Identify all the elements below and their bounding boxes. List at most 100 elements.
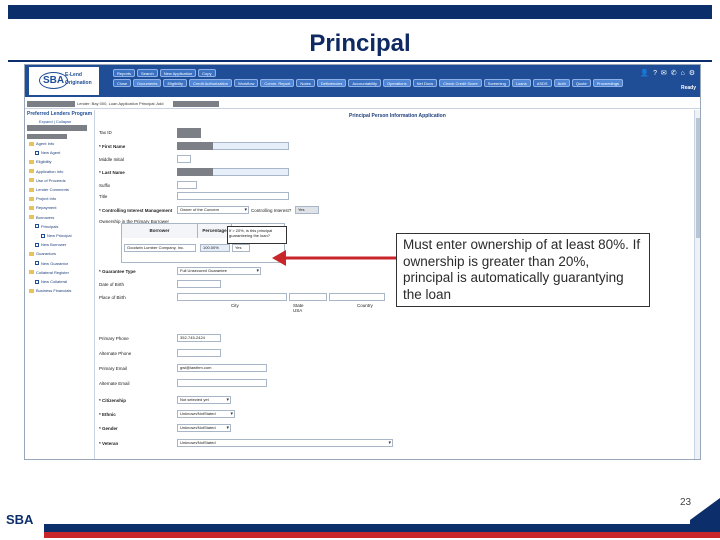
sidebar-item-guarantors[interactable]: Guarantors <box>29 250 56 257</box>
slide-title: Principal <box>309 30 411 57</box>
controlling-interest-select[interactable]: Owner of the Concern <box>177 206 249 214</box>
nav-button-copy[interactable]: Copy <box>198 69 216 77</box>
sidebar-item-repayment[interactable]: Repayment <box>29 204 56 211</box>
place-of-birth-city-input[interactable] <box>177 293 287 301</box>
sidebar-item-use-of-proceeds[interactable]: Use of Proceeds <box>29 177 66 184</box>
nav-button-auth[interactable]: Auth <box>553 79 570 87</box>
sidebar-item-new-guarantor[interactable]: New Guarantor <box>35 260 68 267</box>
redaction-block <box>27 101 75 107</box>
sidebar-item-agent-info[interactable]: Agent Info <box>29 140 54 147</box>
footer-red-bar <box>44 532 720 538</box>
nav-button-net-docs[interactable]: Net Docs <box>412 79 438 87</box>
label-controlling-interest-2: Controlling Interest? <box>251 208 292 213</box>
sidebar-item-label: New Guarantor <box>41 260 69 266</box>
suffix-input[interactable] <box>177 181 197 189</box>
sidebar-item-new-borrower[interactable]: New Borrower <box>35 241 66 248</box>
scrollbar-thumb[interactable] <box>696 118 700 238</box>
sidebar-item-lender-comments[interactable]: Lender Comments <box>29 186 69 193</box>
sidebar-heading: Preferred Lenders Program <box>27 111 93 117</box>
nav-button-check-credit-score[interactable]: Check Credit Score <box>439 79 482 87</box>
top-nav-row2: Close Documents Eligibility Credit Authoriz… <box>113 79 623 87</box>
primary-phone-input[interactable]: 352-745-2424 <box>177 334 221 342</box>
gender-select[interactable]: Unknown/NotStated <box>177 424 231 432</box>
veteran-select[interactable]: Unknown/NotStated <box>177 439 393 447</box>
nav-button-workflow[interactable]: Workflow <box>233 79 259 87</box>
ownership-tooltip: If > 20%, is this principal guaranteeing… <box>227 226 287 244</box>
place-of-birth-country-input[interactable] <box>329 293 385 301</box>
place-of-birth-state-input[interactable] <box>289 293 327 301</box>
sidebar-item-label: Borrowers <box>36 214 55 220</box>
nav-button-reports[interactable]: Reports <box>113 69 136 77</box>
label-controlling-interest: * Controlling Interest Management <box>99 208 173 213</box>
label-citizenship: * Citizenship <box>99 398 127 403</box>
alternate-email-input[interactable] <box>177 379 267 387</box>
sidebar-item-business-financials[interactable]: Business Financials <box>29 287 71 294</box>
vertical-scrollbar[interactable] <box>694 110 700 459</box>
folder-icon <box>29 196 34 201</box>
nav-button-close[interactable]: Close <box>113 79 132 87</box>
percentage-input[interactable]: 100.00% <box>200 244 230 252</box>
nav-button-eligibility[interactable]: Eligibility <box>163 79 188 87</box>
folder-icon <box>29 178 34 183</box>
citizenship-select[interactable]: Not selected yet <box>177 396 231 404</box>
sidebar-item-new-principal[interactable]: New Principal <box>41 232 71 239</box>
nav-button-asds[interactable]: ASDS <box>532 79 552 87</box>
folder-icon <box>29 169 34 174</box>
header-toolbar-icons[interactable]: 👤 ? ✉ ✆ ⌂ ⚙ <box>640 69 696 77</box>
nav-button-credit-authorization[interactable]: Credit Authorization <box>189 79 232 87</box>
status-ready: Ready <box>680 85 696 91</box>
sidebar-item-application-info[interactable]: Application Info <box>29 168 63 175</box>
sidebar: Preferred Lenders Program Expand | Colla… <box>25 110 95 459</box>
sidebar-expand-collapse[interactable]: Expand | Collapse <box>39 119 71 124</box>
sidebar-item-eligibility[interactable]: Eligibility <box>29 158 52 165</box>
nav-button-loans[interactable]: Loans <box>511 79 531 87</box>
nav-button-quote[interactable]: Quote <box>571 79 591 87</box>
sidebar-item-new-collateral[interactable]: New Collateral <box>35 278 67 285</box>
nav-button-screening[interactable]: Screening <box>483 79 510 87</box>
sidebar-item-label: Business Financials <box>36 288 72 294</box>
sba-logo-icon: SBA <box>39 72 69 89</box>
nav-button-documents[interactable]: Documents <box>133 79 162 87</box>
label-veteran: * Veteran <box>99 441 119 446</box>
sidebar-item-label: Guarantors <box>36 251 57 257</box>
sidebar-item-collateral-register[interactable]: Collateral Register <box>29 269 69 276</box>
sidebar-item-label: Repayment <box>36 205 57 211</box>
page-icon <box>35 261 39 266</box>
callout-note: Must enter ownership of at least 80%. If… <box>396 233 650 307</box>
label-tax-id: Tax ID <box>99 130 112 135</box>
sidebar-item-new-agent[interactable]: New Agent <box>35 149 60 156</box>
sidebar-item-label: Use of Proceeds <box>36 177 66 183</box>
sidebar-item-label: Lender Comments <box>36 187 69 192</box>
title-input[interactable] <box>177 192 289 200</box>
nav-button-new-application[interactable]: New Application <box>159 69 197 77</box>
nav-button-accountability[interactable]: Accountability <box>348 79 382 87</box>
sidebar-item-borrowers[interactable]: Borrowers <box>29 214 54 221</box>
sidebar-item-label: Application Info <box>36 168 64 174</box>
page-icon <box>35 224 39 229</box>
nav-button-search[interactable]: Search <box>137 69 158 77</box>
label-country: Country <box>357 303 373 308</box>
page-icon <box>35 242 39 247</box>
page-icon <box>41 233 45 238</box>
footer-blue-bar <box>44 524 720 532</box>
folder-icon <box>29 205 34 210</box>
guarantee-type-select[interactable]: Full Unsecured Guarantee <box>177 267 261 275</box>
slide-top-bar <box>8 5 712 19</box>
date-of-birth-input[interactable] <box>177 280 221 288</box>
sidebar-item-project-info[interactable]: Project Info <box>29 195 56 202</box>
nav-button-deficiencies[interactable]: Deficiencies <box>316 79 347 87</box>
nav-button-comm-report[interactable]: Comm. Report <box>260 79 295 87</box>
alternate-phone-input[interactable] <box>177 349 221 357</box>
nav-button-notes[interactable]: Notes <box>296 79 315 87</box>
middle-initial-input[interactable] <box>177 155 191 163</box>
primary-email-input[interactable]: gwl@lawfirm.com <box>177 364 267 372</box>
nav-button-proceedings[interactable]: Proceedings <box>592 79 623 87</box>
app-logo-text: E-Lend Origination <box>65 71 92 87</box>
page-icon <box>35 279 39 284</box>
ethnic-select[interactable]: Unknown/NotStated <box>177 410 235 418</box>
nav-button-operations[interactable]: Operations <box>383 79 411 87</box>
sidebar-item-principals[interactable]: Principals <box>35 223 58 230</box>
controlling-interest-flag: Yes <box>295 206 319 214</box>
app-logo: SBA E-Lend Origination <box>29 67 99 95</box>
footer-sba-logo: SBA <box>6 512 34 527</box>
